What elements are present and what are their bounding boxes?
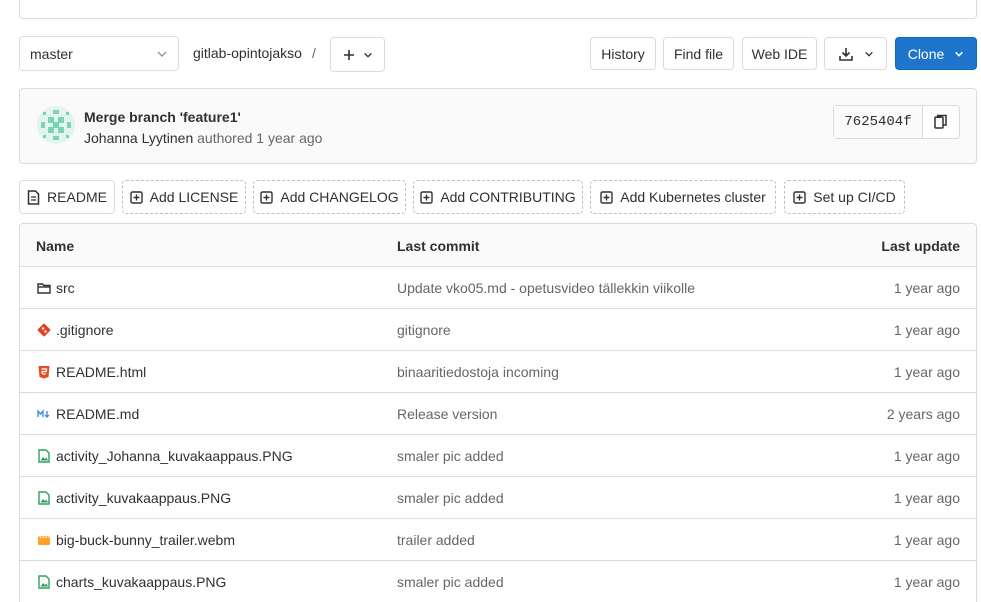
find-file-button[interactable]: Find file <box>663 37 734 70</box>
plus-square-icon <box>420 190 434 204</box>
readme-button-label: README <box>47 189 107 205</box>
table-row[interactable]: README.md Release version 2 years ago <box>20 393 976 435</box>
last-update-time: 2 years ago <box>886 406 960 422</box>
last-commit-panel: Merge branch 'feature1' Johanna Lyytinen… <box>19 88 977 164</box>
table-row[interactable]: charts_kuvakaappaus.PNG smaler pic added… <box>20 561 976 602</box>
add-contributing-button[interactable]: Add CONTRIBUTING <box>413 180 583 214</box>
table-row[interactable]: src Update vko05.md - opetusvideo tällek… <box>20 267 976 309</box>
identicon-icon <box>37 106 75 144</box>
add-kubernetes-cluster-label: Add Kubernetes cluster <box>620 189 766 205</box>
commit-message-link[interactable]: smaler pic added <box>397 490 504 506</box>
commit-message-link[interactable]: Release version <box>397 406 497 422</box>
clone-dropdown-button[interactable]: Clone <box>895 37 977 70</box>
add-license-button[interactable]: Add LICENSE <box>122 180 246 214</box>
image-icon <box>38 491 50 505</box>
history-button-label: History <box>601 45 645 62</box>
last-commit-column-header: Last commit <box>397 238 480 254</box>
commit-title-link[interactable]: Merge branch 'feature1' <box>84 109 241 125</box>
add-license-label: Add LICENSE <box>149 189 239 205</box>
last-update-time: 1 year ago <box>893 364 960 380</box>
last-update-time: 1 year ago <box>893 448 960 464</box>
file-name-link[interactable]: .gitignore <box>56 322 114 338</box>
add-to-tree-dropdown[interactable] <box>330 37 385 72</box>
chevron-down-icon <box>363 52 372 58</box>
name-column-header: Name <box>36 238 75 254</box>
video-icon <box>38 535 51 545</box>
readme-button[interactable]: README <box>19 180 115 214</box>
commit-message-link[interactable]: Update vko05.md - opetusvideo tällekkin … <box>397 280 695 296</box>
last-update-time: 1 year ago <box>893 532 960 548</box>
folder-icon <box>37 283 51 294</box>
add-kubernetes-cluster-button[interactable]: Add Kubernetes cluster <box>590 180 776 214</box>
git-icon <box>37 323 51 337</box>
commit-message-link[interactable]: gitignore <box>397 322 451 338</box>
commit-message-link[interactable]: binaaritiedostoja incoming <box>397 364 559 380</box>
markdown-icon <box>37 409 50 418</box>
table-row[interactable]: activity_kuvakaappaus.PNG smaler pic add… <box>20 477 976 519</box>
commit-message-link[interactable]: smaler pic added <box>397 574 504 590</box>
clone-button-label: Clone <box>907 45 945 62</box>
chevron-down-icon <box>864 51 873 57</box>
download-icon <box>838 47 853 61</box>
commit-message-link[interactable]: trailer added <box>397 532 475 548</box>
last-update-time: 1 year ago <box>893 574 960 590</box>
chevron-down-icon <box>157 51 167 58</box>
web-ide-button-label: Web IDE <box>751 45 808 62</box>
add-contributing-label: Add CONTRIBUTING <box>440 189 576 205</box>
table-header: Name Last commit Last update <box>20 224 976 267</box>
web-ide-button[interactable]: Web IDE <box>742 37 817 70</box>
file-icon <box>27 189 40 205</box>
table-row[interactable]: README.html binaaritiedostoja incoming 1… <box>20 351 976 393</box>
file-name-link[interactable]: activity_Johanna_kuvakaappaus.PNG <box>56 448 293 464</box>
image-icon <box>38 575 50 589</box>
download-dropdown[interactable] <box>824 37 887 70</box>
plus-square-icon <box>129 190 143 204</box>
branch-name: master <box>30 45 73 62</box>
plus-icon <box>343 49 354 60</box>
copy-sha-button[interactable] <box>923 106 959 138</box>
project-breadcrumb-link[interactable]: gitlab-opintojakso <box>193 45 302 61</box>
last-update-time: 1 year ago <box>893 490 960 506</box>
commit-meta: Johanna Lyytinen authored 1 year ago <box>84 130 322 146</box>
last-update-time: 1 year ago <box>893 322 960 338</box>
commit-author-link[interactable]: Johanna Lyytinen <box>84 130 193 146</box>
table-row[interactable]: .gitignore gitignore 1 year ago <box>20 309 976 351</box>
table-row[interactable]: activity_Johanna_kuvakaappaus.PNG smaler… <box>20 435 976 477</box>
branch-select[interactable]: master <box>19 36 179 71</box>
add-changelog-label: Add CHANGELOG <box>280 189 399 205</box>
copy-icon <box>934 114 947 129</box>
plus-square-icon <box>793 190 806 204</box>
set-up-ci-cd-button[interactable]: Set up CI/CD <box>784 180 905 214</box>
top-panel <box>19 0 977 19</box>
set-up-ci-cd-label: Set up CI/CD <box>813 189 896 205</box>
find-file-button-label: Find file <box>673 45 724 62</box>
file-name-link[interactable]: charts_kuvakaappaus.PNG <box>56 574 226 590</box>
table-row[interactable]: big-buck-bunny_trailer.webm trailer adde… <box>20 519 976 561</box>
add-changelog-button[interactable]: Add CHANGELOG <box>253 180 406 214</box>
file-name-link[interactable]: README.md <box>56 406 139 422</box>
file-name-link[interactable]: activity_kuvakaappaus.PNG <box>56 490 231 506</box>
avatar[interactable] <box>37 106 75 144</box>
last-update-time: 1 year ago <box>893 280 960 296</box>
image-icon <box>38 449 50 463</box>
file-name-link[interactable]: src <box>56 280 75 296</box>
commit-authored-time: authored 1 year ago <box>197 130 323 146</box>
last-update-column-header: Last update <box>881 238 960 254</box>
html5-icon <box>38 366 50 379</box>
history-button[interactable]: History <box>590 37 656 70</box>
plus-square-icon <box>260 190 274 204</box>
commit-sha[interactable]: 7625404f <box>834 106 923 138</box>
breadcrumb: gitlab-opintojakso / <box>193 45 316 61</box>
file-name-link[interactable]: big-buck-bunny_trailer.webm <box>56 532 235 548</box>
plus-square-icon <box>600 190 613 204</box>
commit-message-link[interactable]: smaler pic added <box>397 448 504 464</box>
breadcrumb-separator: / <box>311 45 316 61</box>
chevron-down-icon <box>955 51 964 57</box>
commit-sha-group: 7625404f <box>833 105 960 139</box>
file-tree-table: Name Last commit Last update src Update … <box>19 223 977 602</box>
file-name-link[interactable]: README.html <box>56 364 146 380</box>
